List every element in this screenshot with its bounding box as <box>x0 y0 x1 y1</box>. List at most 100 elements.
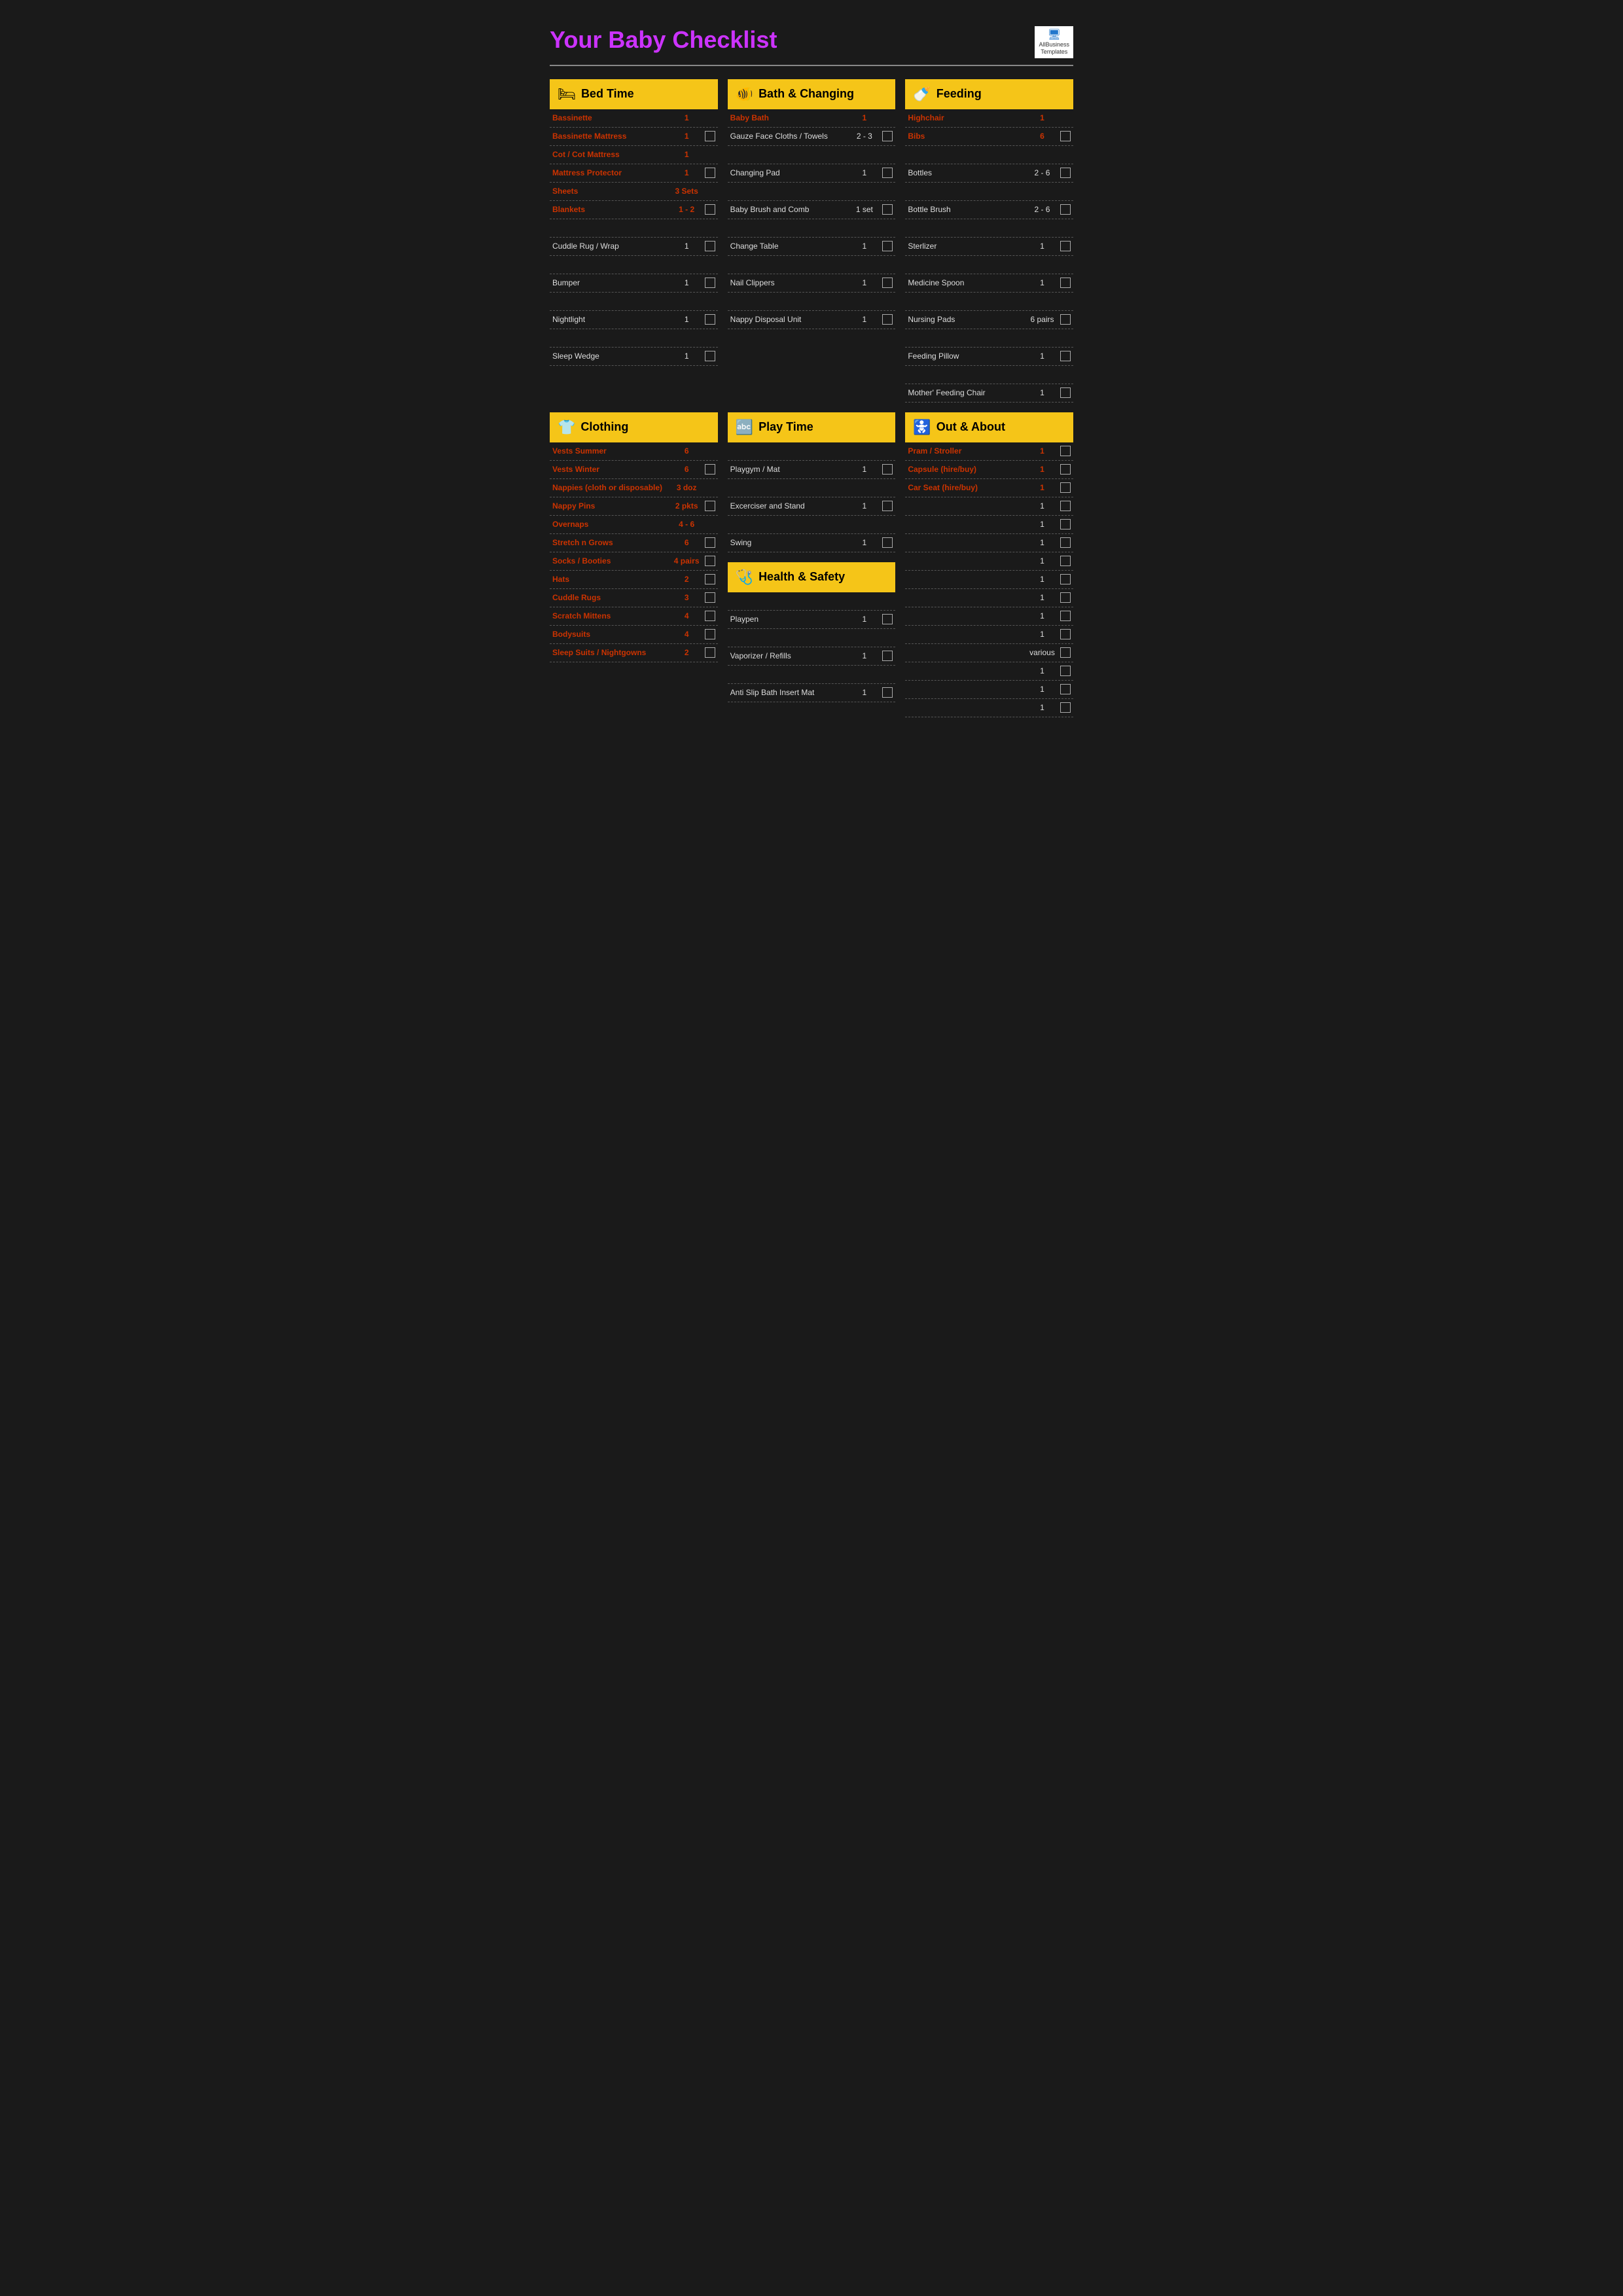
item-checkbox[interactable] <box>1060 684 1071 694</box>
item-checkbox[interactable] <box>882 464 893 475</box>
item-checkbox[interactable] <box>1060 241 1071 251</box>
health-icon: 🩺 <box>736 569 753 586</box>
item-name: Bassinette <box>552 113 669 122</box>
item-checkbox[interactable] <box>1060 574 1071 584</box>
health-header: 🩺 Health & Safety <box>728 562 896 592</box>
item-checkbox[interactable] <box>1060 537 1071 548</box>
item-qty: 1 <box>846 315 882 324</box>
feeding-items: Highchair1Bibs6Bottles2 - 6Bottle Brush2… <box>905 109 1073 403</box>
item-checkbox[interactable] <box>1060 519 1071 529</box>
item-checkbox[interactable] <box>1060 204 1071 215</box>
item-checkbox[interactable] <box>1060 666 1071 676</box>
item-checkbox[interactable] <box>882 168 893 178</box>
item-qty: 1 set <box>846 205 882 214</box>
item-qty: 1 <box>1024 242 1060 251</box>
list-item: Change Table1 <box>728 238 896 256</box>
item-qty: 1 - 2 <box>669 205 705 214</box>
item-checkbox[interactable] <box>705 574 715 584</box>
item-checkbox[interactable] <box>705 464 715 475</box>
item-checkbox[interactable] <box>1060 278 1071 288</box>
item-name: Blankets <box>552 205 669 214</box>
item-name: Nappy Disposal Unit <box>730 315 847 324</box>
list-item: Sterlizer1 <box>905 238 1073 256</box>
clothing-title: Clothing <box>580 420 628 434</box>
health-title: Health & Safety <box>758 570 845 584</box>
out-about-title: Out & About <box>936 420 1005 434</box>
item-checkbox[interactable] <box>705 647 715 658</box>
list-item: Swing1 <box>728 534 896 552</box>
item-checkbox[interactable] <box>1060 611 1071 621</box>
item-checkbox[interactable] <box>1060 131 1071 141</box>
item-name: Playpen <box>730 615 847 624</box>
item-checkbox[interactable] <box>705 351 715 361</box>
item-checkbox[interactable] <box>882 204 893 215</box>
item-name: Bodysuits <box>552 630 669 639</box>
list-item: Playpen1 <box>728 611 896 629</box>
item-checkbox[interactable] <box>1060 464 1071 475</box>
item-checkbox[interactable] <box>705 501 715 511</box>
item-checkbox[interactable] <box>1060 351 1071 361</box>
item-checkbox[interactable] <box>882 651 893 661</box>
list-item: Sheets3 Sets <box>550 183 718 201</box>
item-name: Baby Bath <box>730 113 847 122</box>
item-name: Nappy Pins <box>552 501 669 511</box>
item-name: Feeding Pillow <box>908 351 1024 361</box>
playtime-title: Play Time <box>758 420 813 434</box>
page-title: Your Baby Checklist <box>550 26 777 54</box>
item-checkbox[interactable] <box>705 314 715 325</box>
item-name: Car Seat (hire/buy) <box>908 483 1024 492</box>
item-checkbox[interactable] <box>1060 556 1071 566</box>
item-checkbox[interactable] <box>882 241 893 251</box>
feeding-header: 🍼 Feeding <box>905 79 1073 109</box>
item-checkbox[interactable] <box>705 278 715 288</box>
item-checkbox[interactable] <box>1060 168 1071 178</box>
item-qty: 1 <box>669 278 705 287</box>
item-checkbox[interactable] <box>1060 592 1071 603</box>
item-checkbox[interactable] <box>705 168 715 178</box>
list-item: Feeding Pillow1 <box>905 348 1073 366</box>
item-checkbox[interactable] <box>882 687 893 698</box>
list-item <box>728 479 896 497</box>
item-qty: 1 <box>669 168 705 177</box>
list-item: Nappy Disposal Unit1 <box>728 311 896 329</box>
item-qty: 1 <box>1024 556 1060 565</box>
list-item <box>905 366 1073 384</box>
list-item: Baby Bath1 <box>728 109 896 128</box>
item-checkbox[interactable] <box>882 501 893 511</box>
item-checkbox[interactable] <box>705 629 715 639</box>
item-checkbox[interactable] <box>882 278 893 288</box>
item-checkbox[interactable] <box>882 131 893 141</box>
item-checkbox[interactable] <box>705 592 715 603</box>
item-checkbox[interactable] <box>705 131 715 141</box>
item-checkbox[interactable] <box>882 614 893 624</box>
bedtime-header: 🛏 Bed Time <box>550 79 718 109</box>
item-qty: 1 <box>846 501 882 511</box>
list-item: Playgym / Mat1 <box>728 461 896 479</box>
item-checkbox[interactable] <box>705 241 715 251</box>
item-checkbox[interactable] <box>1060 387 1071 398</box>
item-checkbox[interactable] <box>1060 314 1071 325</box>
list-item: 1 <box>905 516 1073 534</box>
item-checkbox[interactable] <box>705 611 715 621</box>
item-checkbox[interactable] <box>705 204 715 215</box>
item-checkbox[interactable] <box>1060 629 1071 639</box>
item-checkbox[interactable] <box>1060 501 1071 511</box>
item-qty: 4 <box>669 630 705 639</box>
feeding-title: Feeding <box>936 87 982 101</box>
item-checkbox[interactable] <box>705 537 715 548</box>
list-item <box>728 592 896 611</box>
item-qty: 1 <box>1024 113 1060 122</box>
item-checkbox[interactable] <box>1060 647 1071 658</box>
item-qty: 1 <box>1024 703 1060 712</box>
item-checkbox[interactable] <box>1060 482 1071 493</box>
list-item: various <box>905 644 1073 662</box>
item-checkbox[interactable] <box>1060 702 1071 713</box>
item-checkbox[interactable] <box>1060 446 1071 456</box>
item-checkbox[interactable] <box>882 537 893 548</box>
item-checkbox[interactable] <box>705 556 715 566</box>
list-item: 1 <box>905 571 1073 589</box>
item-checkbox[interactable] <box>882 314 893 325</box>
list-item <box>550 329 718 348</box>
item-qty: 1 <box>846 242 882 251</box>
list-item <box>905 219 1073 238</box>
